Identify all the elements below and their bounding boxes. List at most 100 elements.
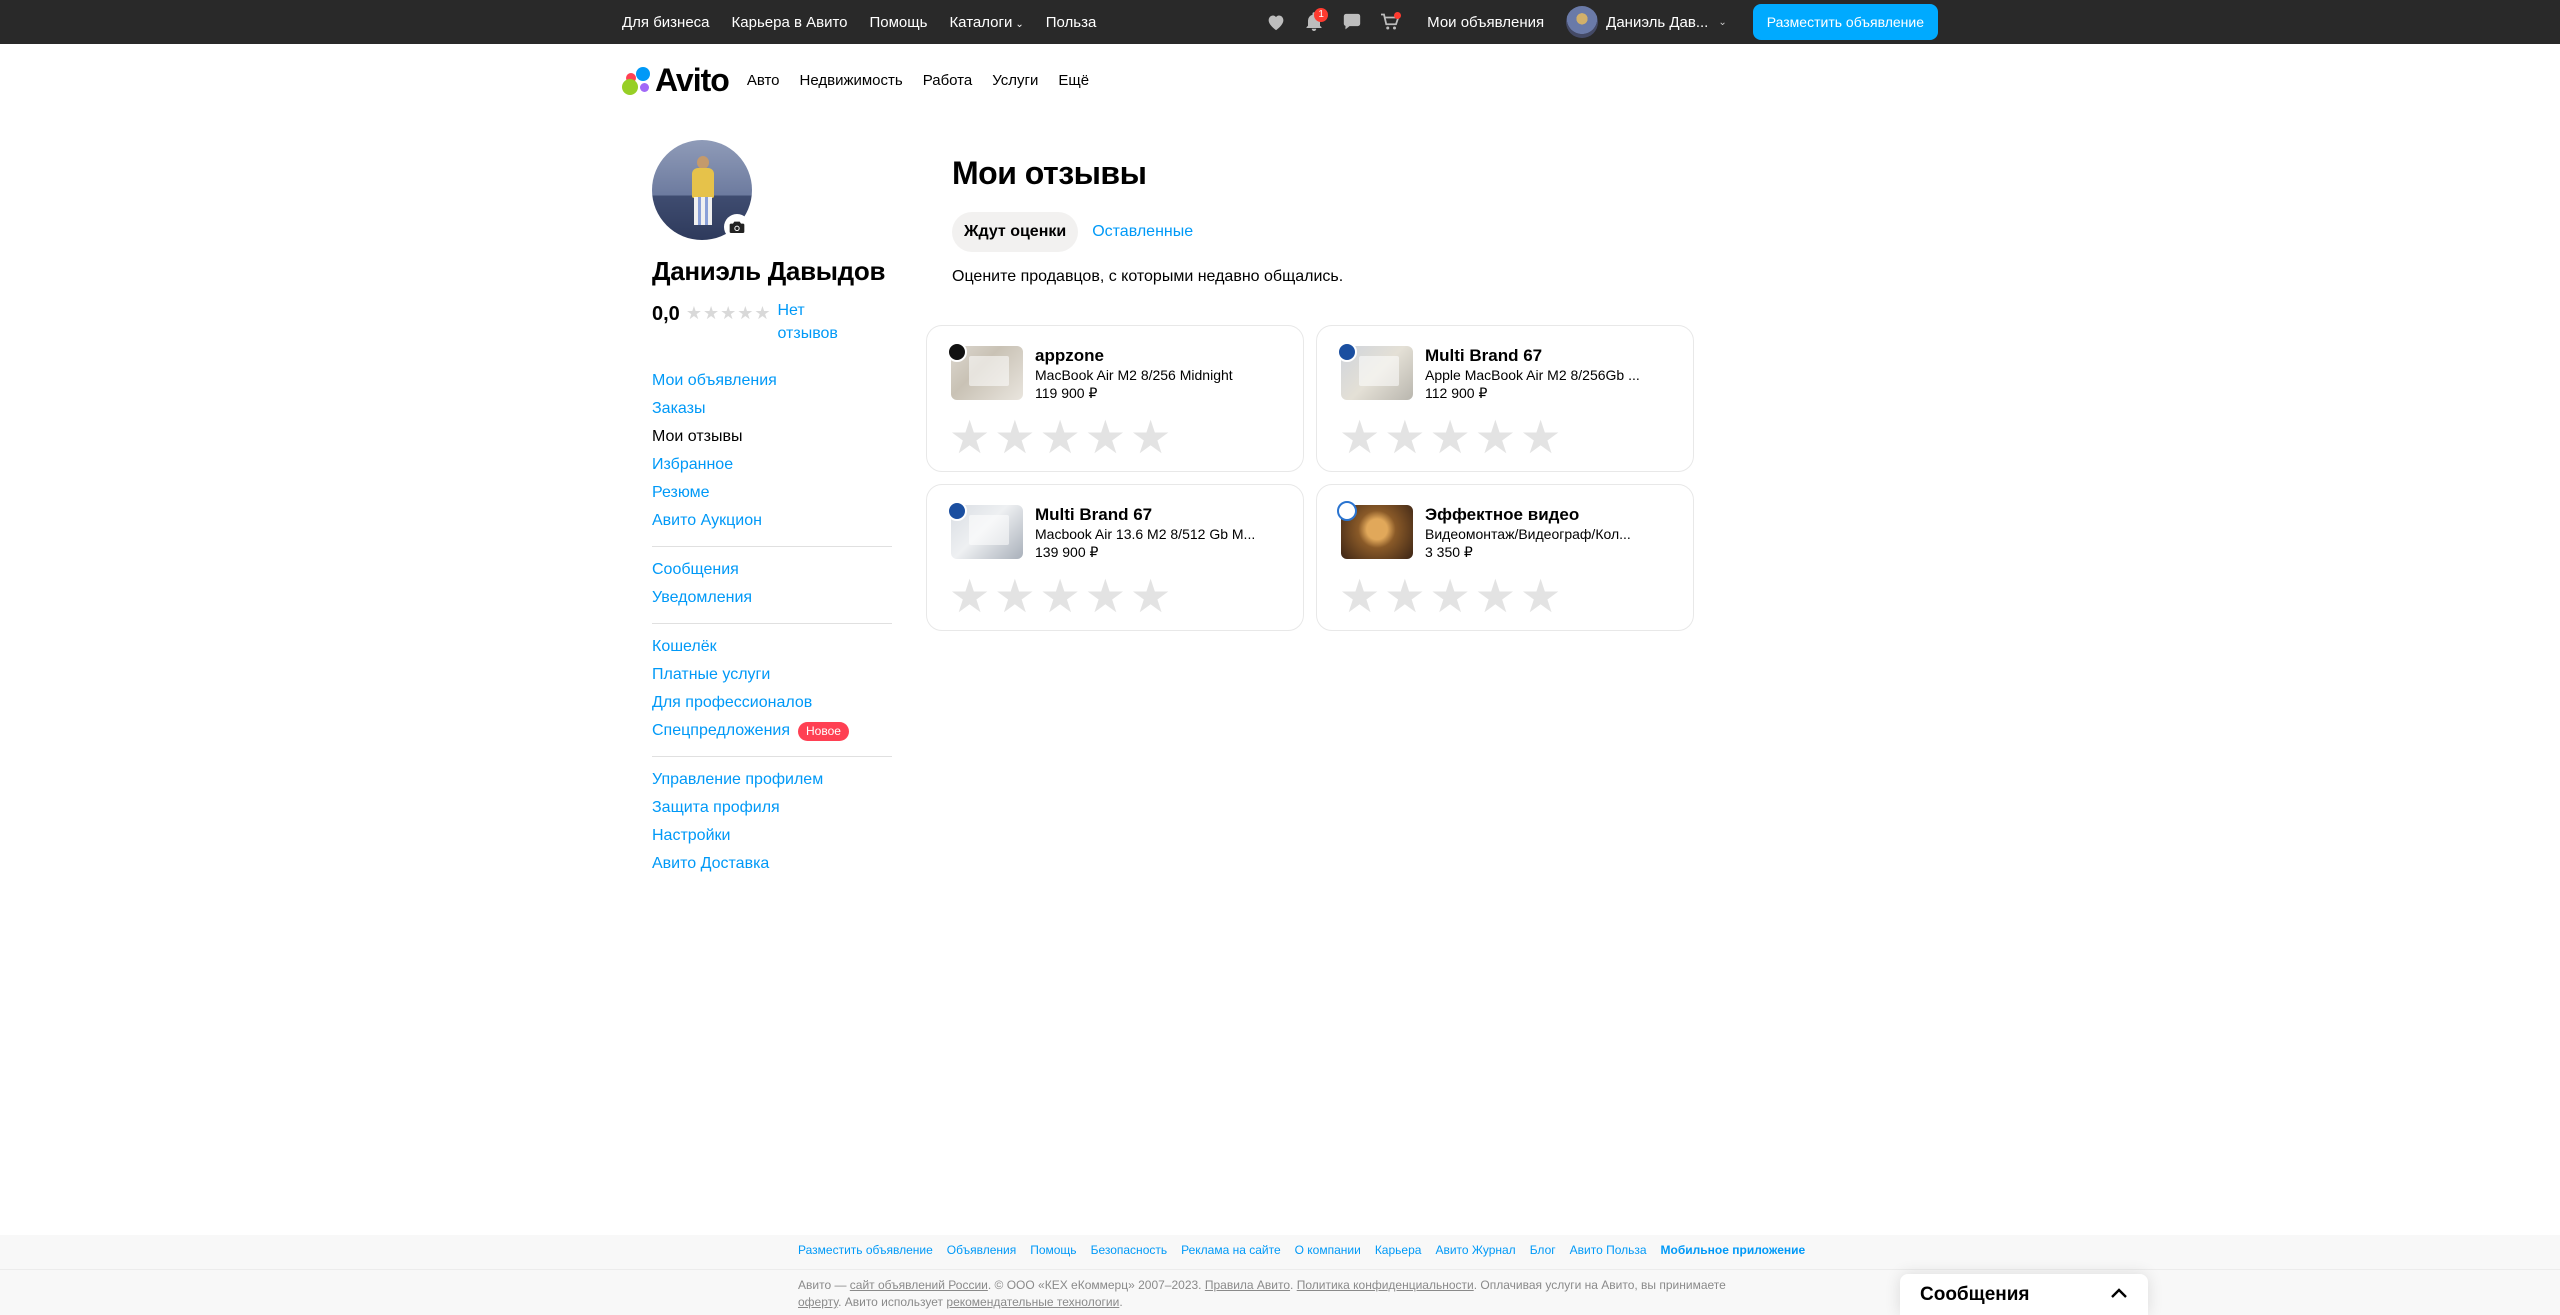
star-icon[interactable]: ★ xyxy=(1040,414,1081,460)
post-ad-button[interactable]: Разместить объявление xyxy=(1752,4,1938,40)
footer-link-safety[interactable]: Безопасность xyxy=(1091,1243,1168,1257)
star-icon[interactable]: ★ xyxy=(1520,573,1561,619)
card-top: Эффектное видео Видеомонтаж/Видеограф/Ко… xyxy=(1337,501,1673,561)
chevron-up-icon[interactable] xyxy=(2110,1286,2128,1304)
star-icon[interactable]: ★ xyxy=(1040,573,1081,619)
card-top: Multi Brand 67 Macbook Air 13.6 M2 8/512… xyxy=(947,501,1283,561)
profile-rating: 0,0 ★★★★★ Нет отзывов xyxy=(652,299,892,345)
legal-link-site[interactable]: сайт объявлений России xyxy=(850,1278,988,1292)
menu-settings[interactable]: Настройки xyxy=(652,822,892,850)
user-name-short: Даниэль Дав... xyxy=(1606,13,1709,31)
messages-widget[interactable]: Сообщения xyxy=(1900,1274,2148,1315)
camera-icon[interactable] xyxy=(724,214,750,240)
star-icon[interactable]: ★ xyxy=(1520,414,1561,460)
menu-my-reviews[interactable]: Мои отзывы xyxy=(652,423,892,451)
menu-special-offers[interactable]: Спецпредложения Новое xyxy=(652,717,892,745)
footer-link-about[interactable]: О компании xyxy=(1295,1243,1361,1257)
menu-wallet[interactable]: Кошелёк xyxy=(652,633,892,661)
star-icon[interactable]: ★ xyxy=(1339,573,1380,619)
footer-link-mobile-app[interactable]: Мобильное приложение xyxy=(1661,1243,1806,1257)
tab-left-reviews[interactable]: Оставленные xyxy=(1080,212,1205,252)
seller-name: Multi Brand 67 xyxy=(1425,346,1543,365)
favorites-heart-icon[interactable] xyxy=(1261,7,1291,37)
footer-link-post-ad[interactable]: Разместить объявление xyxy=(798,1243,933,1257)
topbar-link-catalogs[interactable]: Каталоги ⌄ xyxy=(949,14,1023,31)
item-thumbnail xyxy=(947,501,1023,559)
legal-text: . xyxy=(1119,1295,1123,1309)
star-icon[interactable]: ★ xyxy=(1475,573,1516,619)
menu-paid-services[interactable]: Платные услуги xyxy=(652,661,892,689)
nav-auto[interactable]: Авто xyxy=(747,72,780,89)
star-icon[interactable]: ★ xyxy=(1339,414,1380,460)
menu-profile-management[interactable]: Управление профилем xyxy=(652,766,892,794)
review-card[interactable]: appzone MacBook Air M2 8/256 Midnight 11… xyxy=(926,325,1304,472)
cart-icon[interactable] xyxy=(1375,7,1405,37)
menu-messages[interactable]: Сообщения xyxy=(652,556,892,584)
legal-link-offer[interactable]: оферту xyxy=(798,1295,838,1309)
avito-logo[interactable]: Avito xyxy=(622,62,730,99)
legal-link-privacy[interactable]: Политика конфиденциальности xyxy=(1297,1278,1474,1292)
legal-link-rules[interactable]: Правила Авито xyxy=(1205,1278,1290,1292)
footer-links: Разместить объявление Объявления Помощь … xyxy=(798,1243,1819,1257)
review-card[interactable]: Эффектное видео Видеомонтаж/Видеограф/Ко… xyxy=(1316,484,1694,631)
topbar-link-career[interactable]: Карьера в Авито xyxy=(732,14,848,31)
user-menu[interactable]: Даниэль Дав... ⌄ xyxy=(1566,6,1727,38)
topbar-link-help[interactable]: Помощь xyxy=(870,14,928,31)
star-icon[interactable]: ★ xyxy=(1384,573,1425,619)
star-icon[interactable]: ★ xyxy=(949,414,990,460)
topbar-my-ads-link[interactable]: Мои объявления xyxy=(1427,14,1544,31)
legal-link-tech[interactable]: рекомендательные технологии xyxy=(946,1295,1119,1309)
review-card[interactable]: Multi Brand 67 Apple MacBook Air M2 8/25… xyxy=(1316,325,1694,472)
nav-realty[interactable]: Недвижимость xyxy=(800,72,903,89)
menu-avito-delivery[interactable]: Авито Доставка xyxy=(652,850,892,878)
seller-logo xyxy=(947,342,967,362)
star-icon[interactable]: ★ xyxy=(1085,573,1126,619)
star-icon[interactable]: ★ xyxy=(1085,414,1126,460)
nav-jobs[interactable]: Работа xyxy=(923,72,973,89)
review-card[interactable]: Multi Brand 67 Macbook Air 13.6 M2 8/512… xyxy=(926,484,1304,631)
notifications-bell-icon[interactable]: 1 xyxy=(1299,7,1329,37)
menu-orders[interactable]: Заказы xyxy=(652,395,892,423)
star-icon[interactable]: ★ xyxy=(1130,414,1171,460)
star-icon[interactable]: ★ xyxy=(994,573,1035,619)
card-top: appzone MacBook Air M2 8/256 Midnight 11… xyxy=(947,342,1283,402)
menu-auction[interactable]: Авито Аукцион xyxy=(652,507,892,535)
star-icon[interactable]: ★ xyxy=(994,414,1035,460)
menu-resume[interactable]: Резюме xyxy=(652,479,892,507)
nav-more[interactable]: Ещё xyxy=(1058,72,1089,89)
footer-link-advertising[interactable]: Реклама на сайте xyxy=(1181,1243,1281,1257)
star-icon[interactable]: ★ xyxy=(1384,414,1425,460)
chat-bubble-icon[interactable] xyxy=(1337,7,1367,37)
footer-link-help[interactable]: Помощь xyxy=(1030,1243,1076,1257)
menu-notifications[interactable]: Уведомления xyxy=(652,584,892,612)
legal-text: . Авито использует xyxy=(838,1295,947,1309)
menu-my-ads[interactable]: Мои объявления xyxy=(652,367,892,395)
topbar-link-business[interactable]: Для бизнеса xyxy=(622,14,710,31)
item-thumbnail xyxy=(947,342,1023,400)
tab-waiting-rating[interactable]: Ждут оценки xyxy=(952,212,1079,252)
card-info: Multi Brand 67 Apple MacBook Air M2 8/25… xyxy=(1425,346,1665,402)
item-price: 139 900 ₽ xyxy=(1035,544,1099,560)
menu-favorites[interactable]: Избранное xyxy=(652,451,892,479)
card-info: Multi Brand 67 Macbook Air 13.6 M2 8/512… xyxy=(1035,505,1275,561)
star-icon[interactable]: ★ xyxy=(1430,414,1471,460)
avito-logo-dots-icon xyxy=(622,65,652,95)
profile-name: Даниэль Давыдов xyxy=(652,256,886,286)
star-icon[interactable]: ★ xyxy=(1430,573,1471,619)
nav-services[interactable]: Услуги xyxy=(992,72,1038,89)
no-reviews-link[interactable]: Нет отзывов xyxy=(778,299,848,345)
menu-profile-protection[interactable]: Защита профиля xyxy=(652,794,892,822)
footer-link-journal[interactable]: Авито Журнал xyxy=(1435,1243,1515,1257)
footer-link-benefit[interactable]: Авито Польза xyxy=(1570,1243,1647,1257)
star-icon[interactable]: ★ xyxy=(949,573,990,619)
footer-link-blog[interactable]: Блог xyxy=(1530,1243,1556,1257)
footer-divider xyxy=(0,1269,2560,1270)
star-icon[interactable]: ★ xyxy=(1130,573,1171,619)
footer-link-ads[interactable]: Объявления xyxy=(947,1243,1016,1257)
menu-for-pros[interactable]: Для профессионалов xyxy=(652,689,892,717)
reviews-subtitle: Оцените продавцов, с которыми недавно об… xyxy=(952,268,1344,285)
item-price: 119 900 ₽ xyxy=(1035,385,1098,401)
footer-link-career[interactable]: Карьера xyxy=(1375,1243,1422,1257)
topbar-link-benefit[interactable]: Польза xyxy=(1046,14,1097,31)
star-icon[interactable]: ★ xyxy=(1475,414,1516,460)
